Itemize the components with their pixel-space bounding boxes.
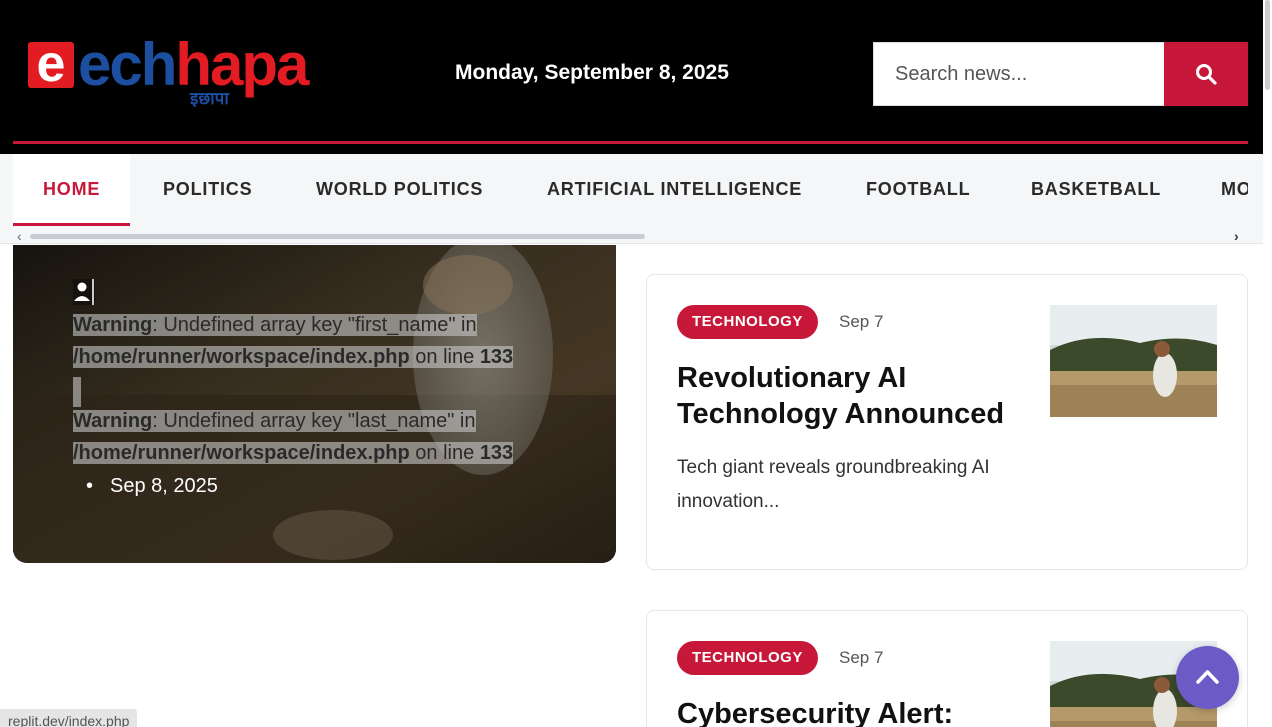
- main-nav: HOME POLITICS WORLD POLITICS ARTIFICIAL …: [0, 154, 1263, 244]
- status-bar-url: replit.dev/index.php: [0, 709, 138, 727]
- nav-item-artificial-intelligence[interactable]: ARTIFICIAL INTELLIGENCE: [547, 154, 802, 226]
- header-date: Monday, September 8, 2025: [455, 61, 729, 84]
- article-thumbnail[interactable]: [1050, 305, 1217, 417]
- featured-article-card[interactable]: Warning: Undefined array key "first_name…: [13, 245, 616, 563]
- nav-item-more[interactable]: MO: [1221, 154, 1248, 226]
- warning-message: : Undefined array key "last_name" in: [152, 410, 476, 432]
- site-logo[interactable]: e echhapa इछापा: [28, 31, 333, 109]
- nav-item-world-politics[interactable]: WORLD POLITICS: [316, 154, 483, 226]
- warning-line-break: [73, 377, 81, 407]
- warning-path: /home/runner/workspace/index.php: [73, 442, 410, 464]
- logo-text-blue: ech: [78, 31, 177, 98]
- page-scrollbar[interactable]: [1263, 0, 1272, 727]
- scroll-to-top-button[interactable]: [1176, 646, 1239, 709]
- warning-label: Warning: [73, 314, 153, 336]
- featured-image: [13, 245, 616, 563]
- article-title[interactable]: Cybersecurity Alert:: [677, 696, 1037, 727]
- php-warning-first-name: Warning: Undefined array key "first_name…: [73, 309, 514, 373]
- article-date: Sep 7: [839, 312, 884, 331]
- logo-subtext: इछापा: [190, 89, 229, 109]
- warning-line-number: 133: [479, 346, 514, 368]
- warning-path: /home/runner/workspace/index.php: [73, 346, 410, 368]
- article-card[interactable]: TECHNOLOGY Sep 7 Revolutionary AI Techno…: [646, 274, 1248, 570]
- header-divider: [13, 141, 1248, 144]
- warning-label: Warning: [73, 410, 153, 432]
- article-date: Sep 7: [839, 648, 884, 667]
- category-badge[interactable]: TECHNOLOGY: [677, 641, 818, 675]
- site-header: e echhapa इछापा Monday, September 8, 202…: [0, 0, 1263, 154]
- nav-item-football[interactable]: FOOTBALL: [866, 154, 970, 226]
- warning-on-line: on line: [409, 442, 480, 464]
- nav-scroll-left-icon[interactable]: ‹: [17, 228, 22, 243]
- chevron-up-icon: [1196, 670, 1219, 684]
- php-warning-last-name: Warning: Undefined array key "last_name"…: [73, 405, 514, 469]
- nav-scroll-right-icon[interactable]: ›: [1234, 228, 1239, 243]
- nav-scrollbar[interactable]: [30, 234, 645, 239]
- search-input[interactable]: [873, 42, 1165, 106]
- nav-item-home[interactable]: HOME: [13, 154, 131, 226]
- category-badge[interactable]: TECHNOLOGY: [677, 305, 818, 339]
- page: e echhapa इछापा Monday, September 8, 202…: [0, 0, 1272, 727]
- nav-item-basketball[interactable]: BASKETBALL: [1031, 154, 1161, 226]
- logo-e-box: e: [28, 35, 74, 93]
- nav-item-politics[interactable]: POLITICS: [163, 154, 252, 226]
- warning-line-number: 133: [479, 442, 514, 464]
- featured-date: Sep 8, 2025: [86, 475, 218, 498]
- warning-message: : Undefined array key "first_name" in: [152, 314, 477, 336]
- article-title[interactable]: Revolutionary AI Technology Announced: [677, 360, 1037, 432]
- user-icon: [73, 279, 95, 305]
- article-card[interactable]: TECHNOLOGY Sep 7 Cybersecurity Alert:: [646, 610, 1248, 727]
- logo-e-letter: e: [36, 35, 66, 93]
- search-button[interactable]: [1164, 42, 1248, 106]
- search-icon: [1196, 64, 1217, 85]
- page-scrollbar-thumb[interactable]: [1265, 0, 1270, 90]
- article-excerpt: Tech giant reveals groundbreaking AI inn…: [677, 457, 990, 512]
- warning-on-line: on line: [409, 346, 480, 368]
